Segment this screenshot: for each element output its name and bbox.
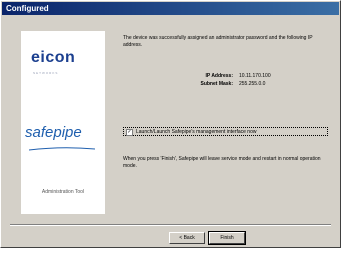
title-bar[interactable]: Configured xyxy=(2,2,339,15)
launch-management-checkbox[interactable]: ✓ xyxy=(126,129,133,136)
admin-tool-label: Administration Tool xyxy=(41,189,85,195)
subnet-mask-label: Subnet Mask: xyxy=(200,81,233,87)
launch-management-label[interactable]: Launch/Launch Safepipe's management inte… xyxy=(136,128,256,136)
eicon-logo: eicon xyxy=(31,49,75,67)
wizard-window: Configured eicon NETWORKS safepipe Admin… xyxy=(0,0,341,248)
subnet-mask-row: Subnet Mask: 255.255.0.0 xyxy=(141,80,311,88)
finish-button[interactable]: Finish xyxy=(208,231,246,245)
ip-address-label: IP Address: xyxy=(205,73,233,79)
safepipe-swoosh-icon xyxy=(29,147,95,151)
ip-address-value: 10.11.170.100 xyxy=(239,73,271,79)
eicon-logo-text: eicon xyxy=(31,49,76,66)
finish-info-text: When you press 'Finish', Safepipe will l… xyxy=(123,156,321,169)
subnet-mask-value: 255.255.0.0 xyxy=(239,81,266,87)
description-text: The device was successfully assigned an … xyxy=(123,35,313,48)
launch-management-checkbox-row[interactable]: ✓ Launch/Launch Safepipe's management in… xyxy=(123,127,328,136)
eicon-logo-subtext: NETWORKS xyxy=(33,71,59,75)
window-title: Configured xyxy=(6,4,49,13)
safepipe-logo: safepipe xyxy=(25,124,82,141)
button-separator xyxy=(10,224,331,226)
branding-panel: eicon NETWORKS safepipe Administration T… xyxy=(21,31,105,214)
ip-address-row: IP Address: 10.11.170.100 xyxy=(141,72,311,80)
back-button[interactable]: < Back xyxy=(169,232,205,244)
